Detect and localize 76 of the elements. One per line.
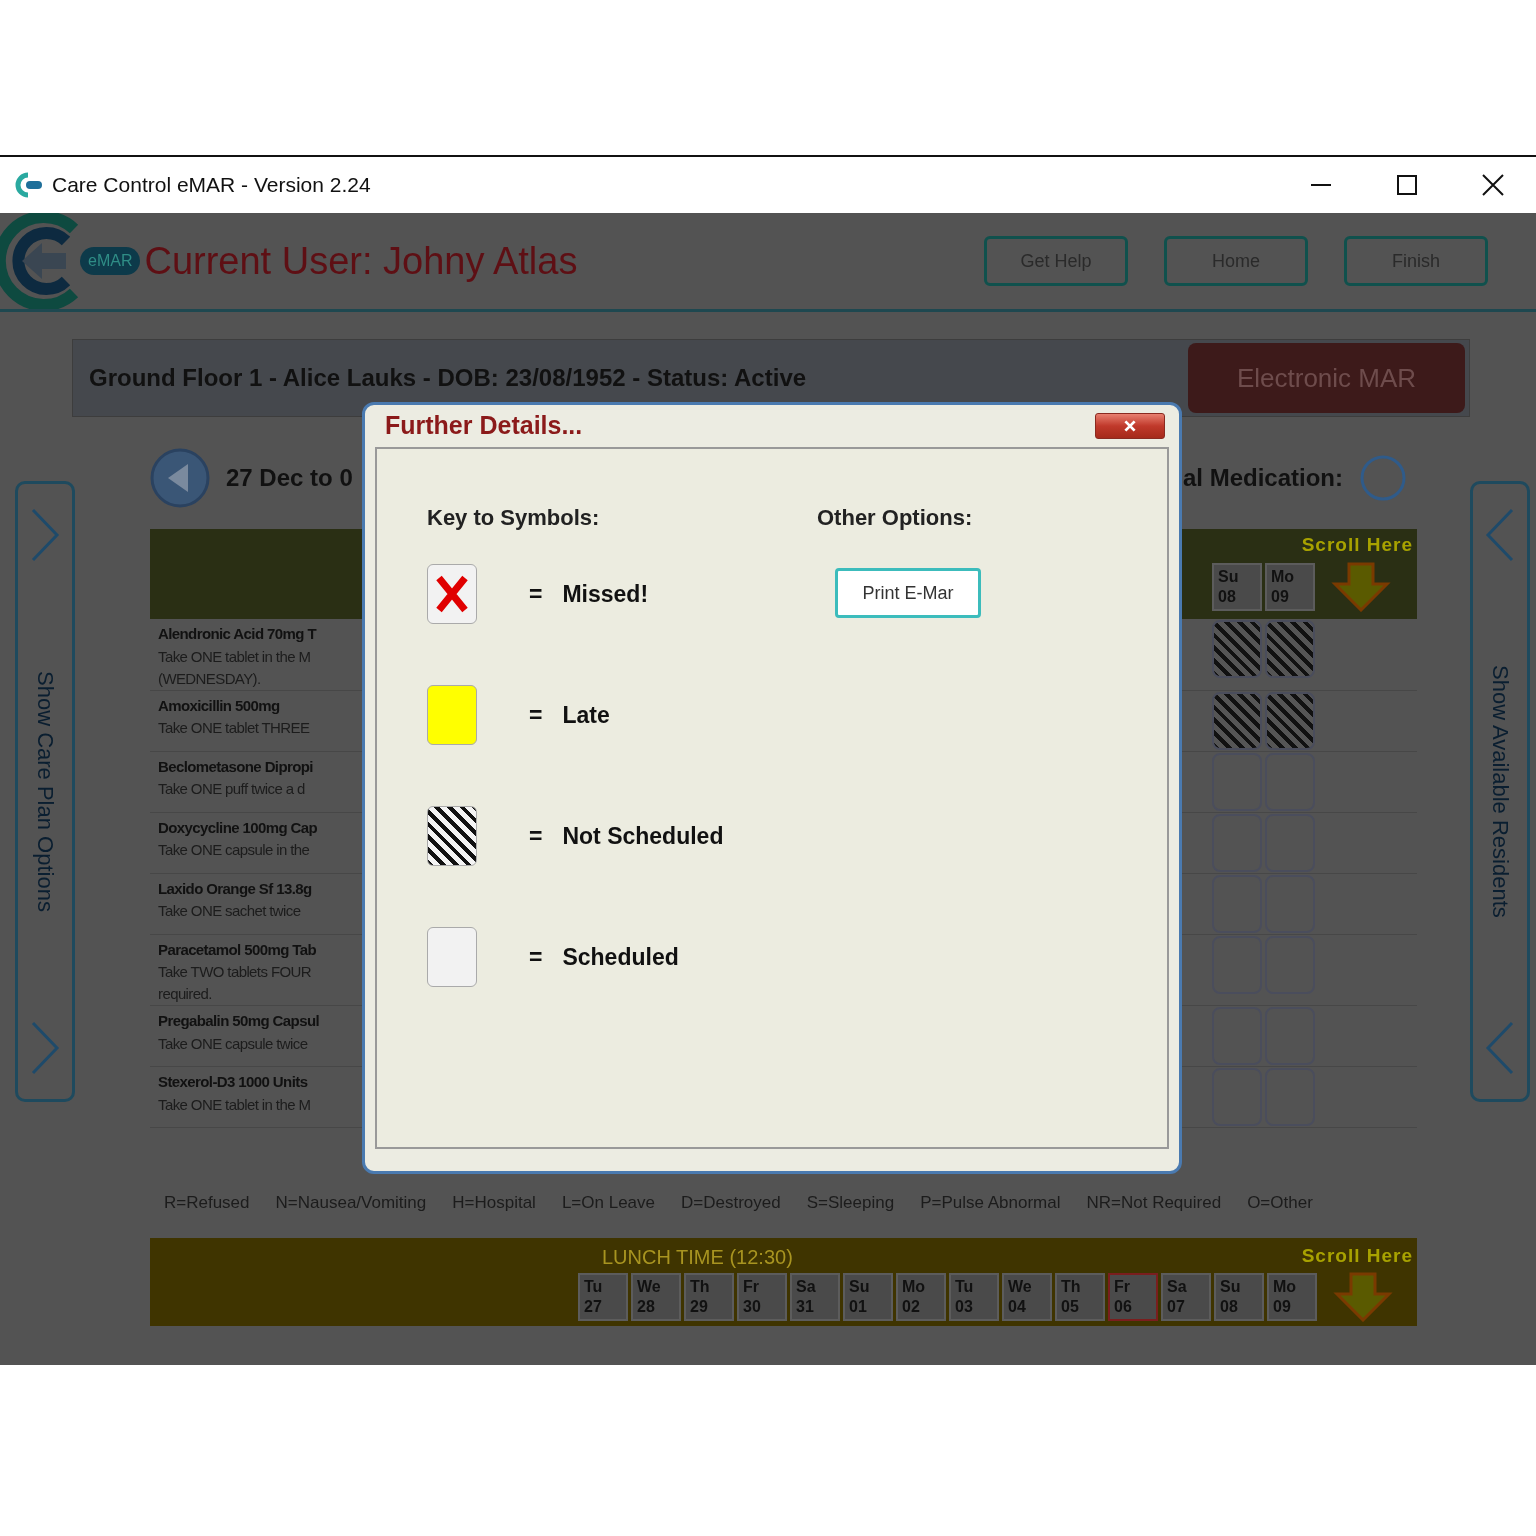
panel-label: Show Available Residents (1486, 665, 1514, 918)
legend-code: O=Other (1247, 1192, 1313, 1214)
care-plan-panel[interactable]: Show Care Plan Options (15, 481, 75, 1102)
late-symbol (427, 685, 477, 745)
day-header: Sa 07 (1161, 1272, 1211, 1321)
day-header: Mo 09 (1267, 1272, 1317, 1321)
x-mark-icon (435, 575, 469, 613)
medication-name: Amoxicillin 500mg (158, 695, 281, 716)
legend-code: D=Destroyed (681, 1192, 781, 1214)
day-header: Su 08 (1212, 562, 1262, 611)
symbol-label: Missed! (562, 579, 649, 609)
panel-label: Show Care Plan Options (31, 671, 59, 912)
print-button[interactable]: Print E-Mar (835, 568, 981, 618)
chevron-left-icon (1485, 508, 1515, 562)
not-scheduled-slot[interactable] (1212, 691, 1262, 750)
day-header: Fr 06 (1108, 1272, 1158, 1321)
not-scheduled-slot[interactable] (1212, 620, 1262, 678)
equals-sign: = (529, 942, 543, 972)
down-arrow-icon[interactable] (1333, 1271, 1393, 1322)
lunch-time-title: LUNCH TIME (12:30) (602, 1244, 793, 1270)
not-scheduled-slot[interactable] (1265, 691, 1315, 750)
options-heading: Other Options: (817, 504, 974, 532)
medication-name: Pregabalin 50mg Capsul (158, 1011, 320, 1031)
day-header: We 28 (631, 1272, 681, 1321)
not-scheduled-slot[interactable] (1265, 620, 1315, 678)
not-scheduled-symbol (427, 806, 477, 866)
medication-filter-label: al Medication: (1182, 463, 1343, 493)
legend-code: R=Refused (164, 1192, 250, 1214)
day-header: Fr 30 (737, 1272, 787, 1321)
day-header: Mo 02 (896, 1272, 946, 1321)
symbol-label: Not Scheduled (562, 821, 724, 851)
date-range: 27 Dec to 0 (226, 463, 353, 493)
symbol-label: Scheduled (562, 942, 679, 972)
day-header: We 04 (1002, 1272, 1052, 1321)
day-header: Th 29 (684, 1272, 734, 1321)
legend-code: NR=Not Required (1086, 1192, 1222, 1214)
medication-name: Paracetamol 500mg Tab (158, 939, 317, 960)
equals-sign: = (529, 700, 543, 730)
close-button[interactable] (1095, 413, 1165, 439)
radio-button[interactable] (1359, 454, 1407, 502)
emar-badge: eMAR (80, 247, 141, 275)
dialog-title: Further Details... (385, 410, 583, 442)
residents-panel[interactable]: Show Available Residents (1470, 481, 1530, 1102)
day-header: Tu 03 (949, 1272, 999, 1321)
medication-name: Beclometasone Dipropi (158, 756, 313, 777)
down-arrow-icon[interactable] (1331, 561, 1391, 612)
symbol-label: Late (562, 700, 610, 730)
chevron-right-icon (30, 508, 60, 562)
legend-code: S=Sleeping (806, 1192, 895, 1214)
medication-directions: (WEDNESDAY). (158, 668, 262, 689)
equals-sign: = (529, 579, 543, 609)
day-header: Su 01 (843, 1272, 893, 1321)
medication-name: Laxido Orange Sf 13.8g (158, 878, 312, 899)
medication-name: Alendronic Acid 70mg T (158, 624, 316, 644)
legend-code: N=Nausea/Vomiting (275, 1192, 427, 1214)
day-header: Th 05 (1055, 1272, 1105, 1321)
legend-code: P=Pulse Abnormal (920, 1192, 1061, 1214)
key-heading: Key to Symbols: (427, 504, 601, 532)
app-logo-icon (14, 172, 44, 198)
legend-code: H=Hospital (452, 1192, 536, 1214)
day-header: Sa 31 (790, 1272, 840, 1321)
app-logo-icon (0, 213, 80, 309)
scheduled-symbol (427, 927, 477, 987)
window-title: Care Control eMAR - Version 2.24 (52, 172, 371, 199)
current-user-title: Current User: Johny Atlas (144, 238, 578, 284)
day-header: Tu 27 (578, 1272, 628, 1321)
medication-name: Stexerol-D3 1000 Units (158, 1072, 309, 1092)
scroll-hint: Scroll Here (1301, 1243, 1413, 1268)
medication-name: Doxycycline 100mg Cap (158, 817, 318, 838)
equals-sign: = (529, 821, 543, 851)
day-header: Mo 09 (1265, 562, 1315, 611)
scroll-hint: Scroll Here (1301, 533, 1413, 557)
day-header: Su 08 (1214, 1272, 1264, 1321)
chevron-left-icon (1485, 1021, 1515, 1075)
chevron-right-icon (30, 1021, 60, 1075)
resident-details-title: Ground Floor 1 - Alice Lauks - DOB: 23/08/1952 - Status: Active (89, 363, 807, 393)
